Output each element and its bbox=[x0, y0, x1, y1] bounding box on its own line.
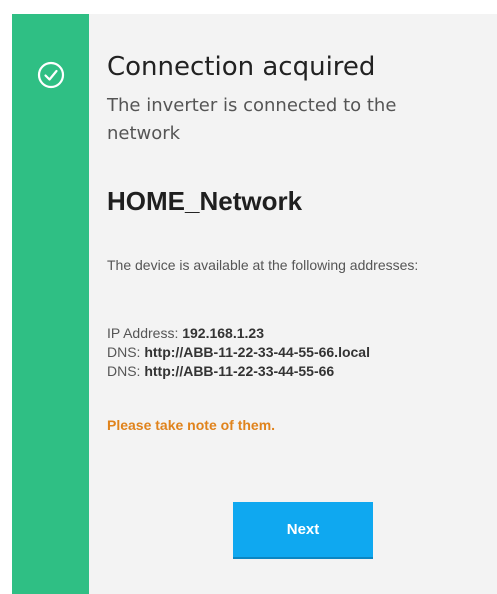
ip-address-label: IP Address: bbox=[107, 325, 179, 341]
status-title: Connection acquired bbox=[107, 52, 376, 82]
ip-address-row: IP Address: 192.168.1.23 bbox=[107, 324, 370, 343]
address-list: IP Address: 192.168.1.23 DNS: http://ABB… bbox=[107, 324, 370, 381]
status-subtitle: The inverter is connected to the network bbox=[107, 95, 397, 144]
dns-row: DNS: http://ABB-11-22-33-44-55-66 bbox=[107, 362, 370, 381]
connection-card: Connection acquired The inverter is conn… bbox=[12, 14, 497, 594]
ip-address-value: 192.168.1.23 bbox=[182, 325, 264, 341]
dns-value: http://ABB-11-22-33-44-55-66 bbox=[144, 363, 335, 379]
dns-local-value: http://ABB-11-22-33-44-55-66.local bbox=[144, 344, 370, 360]
take-note-message: Please take note of them. bbox=[107, 417, 276, 433]
dns-label: DNS: bbox=[107, 344, 141, 360]
addresses-description: The device is available at the following… bbox=[107, 257, 419, 273]
next-button[interactable]: Next bbox=[233, 502, 373, 557]
status-sidebar bbox=[12, 14, 89, 594]
network-name: HOME_Network bbox=[107, 186, 303, 216]
dns-label: DNS: bbox=[107, 363, 141, 379]
dns-local-row: DNS: http://ABB-11-22-33-44-55-66.local bbox=[107, 343, 370, 362]
check-circle-icon bbox=[37, 61, 65, 89]
